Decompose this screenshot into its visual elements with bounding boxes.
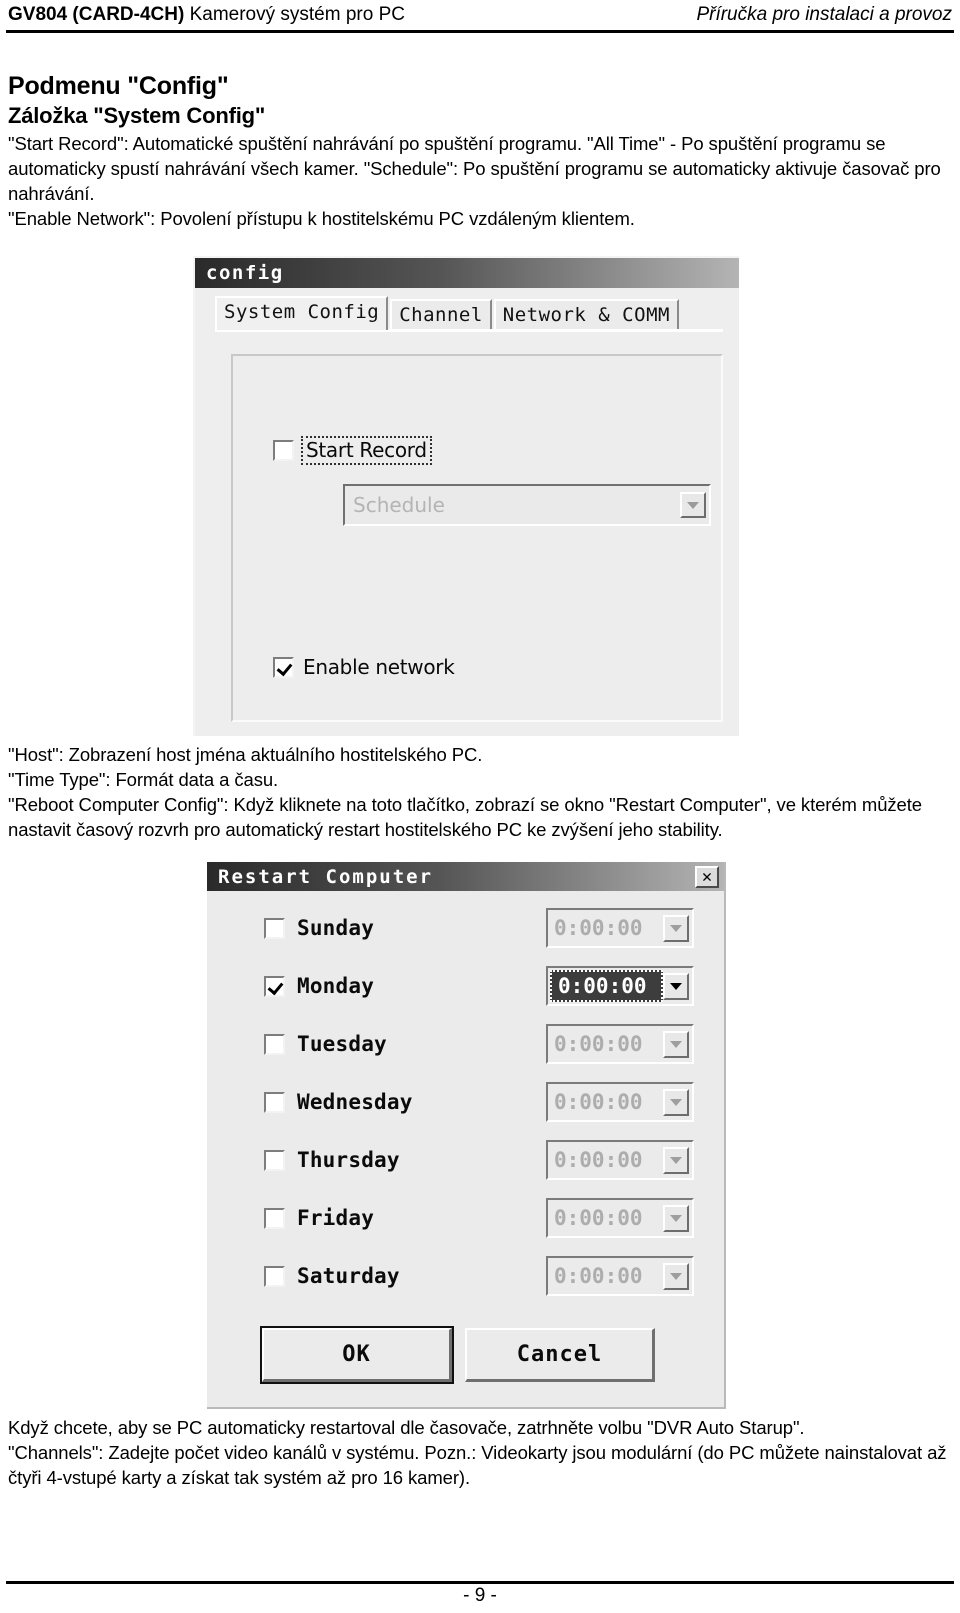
ok-button[interactable]: OK — [260, 1326, 454, 1384]
friday-checkbox[interactable] — [264, 1207, 285, 1229]
sunday-label: Sunday — [297, 916, 375, 940]
tuesday-time-dropdown[interactable]: 0:00:00 — [546, 1024, 694, 1064]
page-title: Podmenu "Config" — [8, 72, 229, 100]
header-product-name: Kamerový systém pro PC — [189, 4, 405, 25]
cancel-button[interactable]: Cancel — [465, 1328, 655, 1382]
start-record-label: Start Record — [301, 436, 432, 465]
config-titlebar: config — [195, 258, 739, 288]
tuesday-checkbox[interactable] — [264, 1033, 285, 1055]
header-divider — [6, 30, 954, 33]
sunday-checkbox[interactable] — [264, 917, 285, 939]
restart-titlebar: Restart Computer ✕ — [207, 862, 724, 891]
sunday-time-value: 0:00:00 — [554, 916, 643, 940]
config-tabstrip: System Config Channel Network & COMM — [215, 294, 679, 330]
sunday-time-dropdown[interactable]: 0:00:00 — [546, 908, 694, 948]
intro-paragraph: "Start Record": Automatické spuštění nah… — [8, 133, 941, 229]
monday-label: Monday — [297, 974, 375, 998]
chevron-down-icon[interactable] — [663, 1146, 689, 1174]
chevron-down-icon[interactable] — [663, 1030, 689, 1058]
friday-time-dropdown[interactable]: 0:00:00 — [546, 1198, 694, 1238]
enable-network-checkbox[interactable] — [273, 656, 294, 678]
page-subtitle: Záložka "System Config" — [8, 103, 266, 128]
chevron-down-icon[interactable] — [680, 492, 706, 518]
enable-network-label: Enable network — [303, 655, 455, 679]
saturday-time-value: 0:00:00 — [554, 1264, 643, 1288]
thursday-time-value: 0:00:00 — [554, 1148, 643, 1172]
start-record-checkbox-row[interactable]: Start Record — [273, 436, 432, 465]
day-row-saturday[interactable]: Saturday 0:00:00 — [264, 1256, 694, 1296]
start-record-checkbox[interactable] — [273, 440, 294, 461]
thursday-time-dropdown[interactable]: 0:00:00 — [546, 1140, 694, 1180]
system-config-group-frame: Start Record Schedule Enable network — [231, 354, 723, 722]
tab-channel[interactable]: Channel — [390, 299, 492, 330]
schedule-dropdown-value: Schedule — [353, 493, 445, 517]
restart-computer-dialog-screenshot: Restart Computer ✕ Sunday 0:00:00 Monday… — [207, 862, 726, 1409]
day-row-friday[interactable]: Friday 0:00:00 — [264, 1198, 694, 1238]
chevron-down-icon[interactable] — [663, 914, 689, 942]
config-window-screenshot: config System Config Channel Network & C… — [193, 256, 739, 736]
tuesday-label: Tuesday — [297, 1032, 387, 1056]
middle-paragraph: "Host": Zobrazení host jména aktuálního … — [8, 744, 922, 840]
chevron-down-icon[interactable] — [663, 1262, 689, 1290]
tab-system-config[interactable]: System Config — [215, 296, 389, 330]
saturday-time-dropdown[interactable]: 0:00:00 — [546, 1256, 694, 1296]
wednesday-label: Wednesday — [297, 1090, 413, 1114]
saturday-label: Saturday — [297, 1264, 400, 1288]
close-icon[interactable]: ✕ — [695, 866, 719, 888]
chevron-down-icon[interactable] — [663, 1204, 689, 1232]
thursday-label: Thursday — [297, 1148, 400, 1172]
page-number: - 9 - — [463, 1585, 497, 1606]
monday-checkbox[interactable] — [264, 975, 285, 997]
chevron-down-icon[interactable] — [663, 972, 689, 1000]
schedule-dropdown[interactable]: Schedule — [343, 484, 711, 526]
wednesday-checkbox[interactable] — [264, 1091, 285, 1113]
tuesday-time-value: 0:00:00 — [554, 1032, 643, 1056]
saturday-checkbox[interactable] — [264, 1265, 285, 1287]
day-row-tuesday[interactable]: Tuesday 0:00:00 — [264, 1024, 694, 1064]
enable-network-checkbox-row[interactable]: Enable network — [273, 656, 455, 678]
header-product: GV804 (CARD-4CH) Kamerový systém pro PC — [8, 4, 405, 26]
tab-network-comm[interactable]: Network & COMM — [493, 299, 679, 330]
config-window-title: config — [206, 262, 284, 284]
bottom-paragraph: Když chcete, aby se PC automaticky resta… — [8, 1417, 947, 1488]
wednesday-time-dropdown[interactable]: 0:00:00 — [546, 1082, 694, 1122]
wednesday-time-value: 0:00:00 — [554, 1090, 643, 1114]
footer-divider — [6, 1581, 954, 1584]
monday-time-value: 0:00:00 — [550, 970, 663, 1002]
header-doc-subtitle: Příručka pro instalaci a provoz — [696, 4, 952, 25]
header-product-code: GV804 (CARD-4CH) — [8, 4, 185, 25]
monday-time-dropdown[interactable]: 0:00:00 — [546, 966, 694, 1006]
restart-window-title: Restart Computer — [218, 865, 434, 888]
day-row-wednesday[interactable]: Wednesday 0:00:00 — [264, 1082, 694, 1122]
day-row-thursday[interactable]: Thursday 0:00:00 — [264, 1140, 694, 1180]
thursday-checkbox[interactable] — [264, 1149, 285, 1171]
friday-time-value: 0:00:00 — [554, 1206, 643, 1230]
chevron-down-icon[interactable] — [663, 1088, 689, 1116]
friday-label: Friday — [297, 1206, 375, 1230]
day-row-monday[interactable]: Monday 0:00:00 — [264, 966, 694, 1006]
day-row-sunday[interactable]: Sunday 0:00:00 — [264, 908, 694, 948]
